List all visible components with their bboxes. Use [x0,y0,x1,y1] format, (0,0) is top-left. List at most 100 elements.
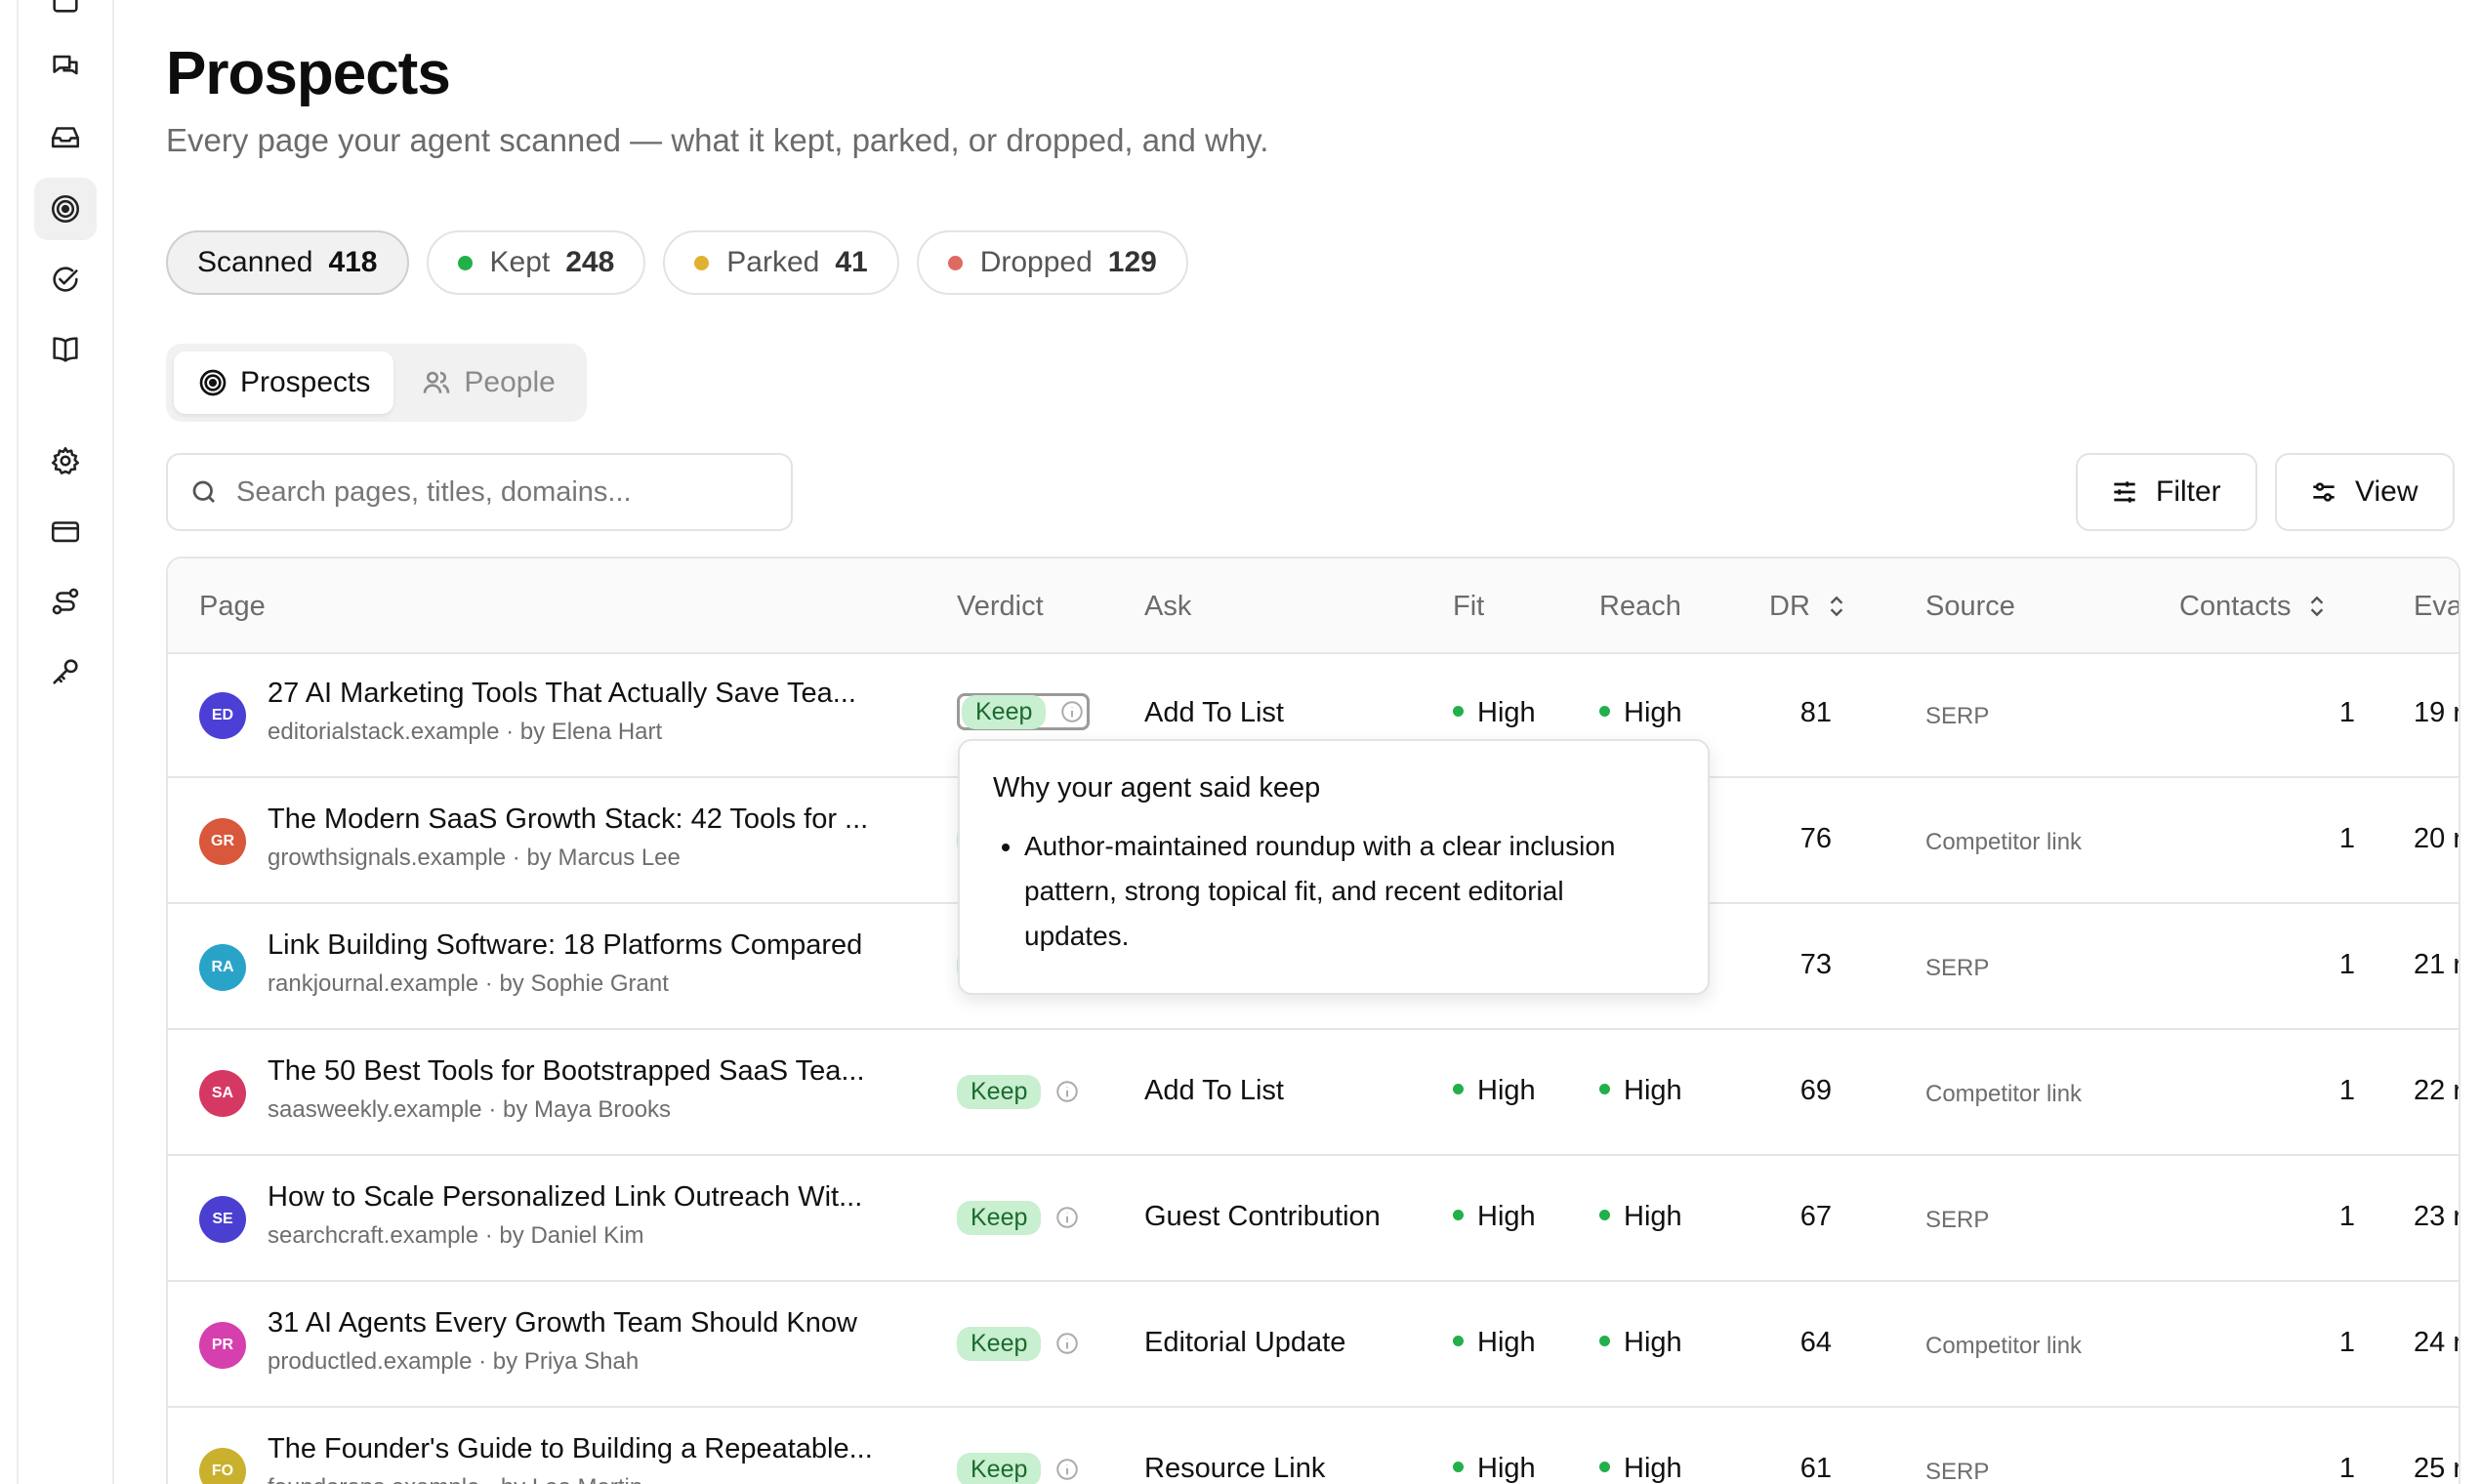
eva-cell: 21 r [2414,949,2460,980]
fit-cell: High [1453,1075,1536,1107]
table-row[interactable]: SA The 50 Best Tools for Bootstrapped Saa… [168,1032,2459,1156]
contacts-cell: 1 [2338,1201,2355,1232]
contacts-cell: 1 [2338,949,2355,980]
table-row[interactable]: FO The Founder's Guide to Building a Repe… [168,1410,2459,1484]
page-subtitle: Every page your agent scanned — what it … [166,122,1269,158]
prospects-table: Page Verdict Ask Fit Reach DR Source Con… [166,556,2460,1484]
verdict-badge: Keep [957,1074,1042,1109]
tooltip-reasons: Author-maintained roundup with a clear i… [993,824,1674,959]
source-cell: Competitor link [1925,829,2083,855]
column-header-source[interactable]: Source [1925,558,2015,654]
book-icon[interactable] [34,318,97,381]
column-header-ask[interactable]: Ask [1144,558,1191,654]
verdict-cell: Keep [957,1073,1080,1110]
page-title-link[interactable]: The Modern SaaS Growth Stack: 42 Tools f… [268,804,868,836]
search-box [166,453,793,531]
column-header-reach[interactable]: Reach [1599,558,1681,654]
verdict-tooltip: Why your agent said keep Author-maintain… [958,739,1710,995]
tab-people[interactable]: People [397,351,578,414]
source-cell: SERP [1925,1459,1990,1484]
info-icon[interactable] [1054,1079,1080,1104]
status-dot-icon [694,255,710,270]
stat-parked[interactable]: Parked 41 [663,230,899,295]
calendar-icon[interactable] [34,0,97,31]
verdict-cell: Keep [957,693,1091,730]
key-icon[interactable] [34,640,97,703]
contacts-cell: 1 [2338,697,2355,728]
stat-kept[interactable]: Kept 248 [426,230,646,295]
contacts-cell: 1 [2338,1075,2355,1106]
eva-cell: 20 r [2414,823,2460,854]
source-cell: SERP [1925,955,1990,981]
tooltip-reason: Author-maintained roundup with a clear i… [1024,824,1674,959]
column-header-verdict[interactable]: Verdict [957,558,1044,654]
verdict-badge: Keep [957,1200,1042,1235]
column-header-dr[interactable]: DR [1769,558,1849,654]
page-title-link[interactable]: 31 AI Agents Every Growth Team Should Kn… [268,1307,857,1340]
verdict-cell: Keep [957,1451,1080,1484]
dr-cell: 69 [1799,1075,1832,1106]
route-icon[interactable] [34,570,97,633]
check-circle-icon[interactable] [34,248,97,310]
page-title-link[interactable]: The Founder's Guide to Building a Repeat… [268,1433,873,1465]
column-header-page[interactable]: Page [199,558,266,654]
tab-prospects[interactable]: Prospects [174,351,394,414]
stat-label: Parked [726,246,820,278]
sidebar [17,0,114,1484]
column-header-contacts[interactable]: Contacts [2179,558,2330,654]
avatar: SA [199,1070,246,1117]
chat-icon[interactable] [34,35,97,98]
inbox-icon[interactable] [34,105,97,168]
ask-cell: Add To List [1144,1075,1284,1106]
page-meta: searchcraft.example · by Daniel Kim [268,1222,644,1249]
dr-cell: 64 [1799,1327,1832,1358]
page-title: Prospects [166,40,451,107]
contacts-cell: 1 [2338,1327,2355,1358]
stat-dropped[interactable]: Dropped 129 [916,230,1188,295]
column-header-eva[interactable]: Eva [2414,558,2459,654]
dr-cell: 76 [1799,823,1832,854]
tab-label: Prospects [240,366,371,398]
info-icon[interactable] [1054,1205,1080,1230]
page-meta: editorialstack.example · by Elena Hart [268,719,663,745]
page-author: by Maya Brooks [502,1096,672,1123]
page-title-link[interactable]: Link Building Software: 18 Platforms Com… [268,929,862,962]
reach-cell: High [1599,1075,1682,1107]
eva-cell: 23 r [2414,1201,2460,1232]
reach-cell: High [1599,1453,1682,1484]
table-row[interactable]: SE How to Scale Personalized Link Outreac… [168,1158,2459,1282]
page-title-link[interactable]: How to Scale Personalized Link Outreach … [268,1181,862,1214]
filter-button[interactable]: Filter [2076,453,2257,531]
info-icon[interactable] [1054,1457,1080,1482]
page-meta: saasweekly.example · by Maya Brooks [268,1096,672,1123]
verdict-badge: Keep [957,1452,1042,1484]
stats-bar: Scanned 418 Kept 248 Parked 41 Dropped 1… [166,230,1188,295]
target-icon[interactable] [34,178,97,240]
fit-cell: High [1453,1201,1536,1233]
view-button[interactable]: View [2275,453,2455,531]
eva-cell: 24 r [2414,1327,2460,1358]
stat-count: 41 [835,246,868,278]
page-domain: rankjournal.example [268,970,479,997]
settings-sliders-icon [2313,482,2335,502]
stat-scanned[interactable]: Scanned 418 [166,230,409,295]
target-icon [199,369,227,396]
table-header: Page Verdict Ask Fit Reach DR Source Con… [168,558,2459,654]
search-input[interactable] [236,475,783,509]
page-domain: searchcraft.example [268,1222,479,1249]
page-title-link[interactable]: The 50 Best Tools for Bootstrapped SaaS … [268,1055,865,1088]
view-label: View [2355,475,2418,508]
credit-card-icon[interactable] [34,500,97,562]
page-title-link[interactable]: 27 AI Marketing Tools That Actually Save… [268,678,856,710]
info-icon[interactable] [1054,1331,1080,1356]
page-author: by Marcus Lee [526,845,681,871]
info-icon[interactable] [1059,699,1085,724]
tooltip-title: Why your agent said keep [993,772,1321,804]
column-header-fit[interactable]: Fit [1453,558,1484,654]
users-icon [424,371,450,393]
table-row[interactable]: PR 31 AI Agents Every Growth Team Should … [168,1284,2459,1408]
stat-label: Kept [489,246,551,278]
page-meta: founderops.example · by Leo Martin [268,1474,642,1484]
view-tabs: Prospects People [166,344,587,422]
gear-icon[interactable] [34,430,97,492]
